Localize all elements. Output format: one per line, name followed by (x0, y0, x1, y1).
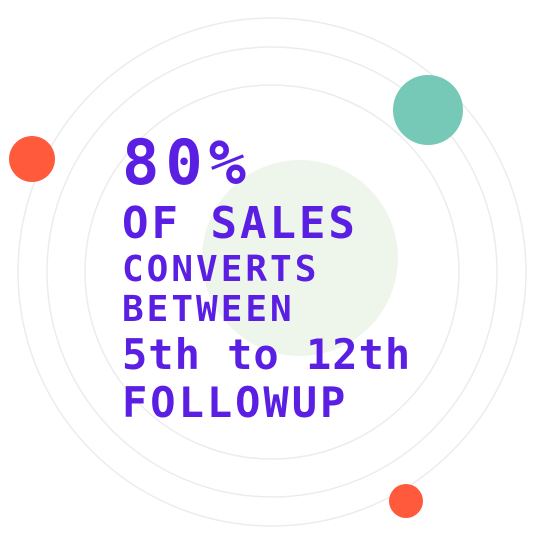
stat-line-followup: FOLLOWUP (122, 378, 349, 427)
stat-line-of-sales: OF SALES (122, 198, 358, 249)
stat-line-range: 5th to 12th (122, 330, 412, 379)
orange-dot-bottom (389, 484, 423, 518)
stat-percent: 80% (122, 126, 252, 199)
orange-dot-left (9, 136, 55, 182)
sales-stat-text: 80% OF SALES CONVERTS BETWEEN 5th to 12t… (122, 132, 422, 430)
infographic-canvas: 80% OF SALES CONVERTS BETWEEN 5th to 12t… (0, 0, 542, 542)
stat-line-converts: CONVERTS (122, 249, 320, 290)
stat-line-between: BETWEEN (122, 289, 295, 330)
